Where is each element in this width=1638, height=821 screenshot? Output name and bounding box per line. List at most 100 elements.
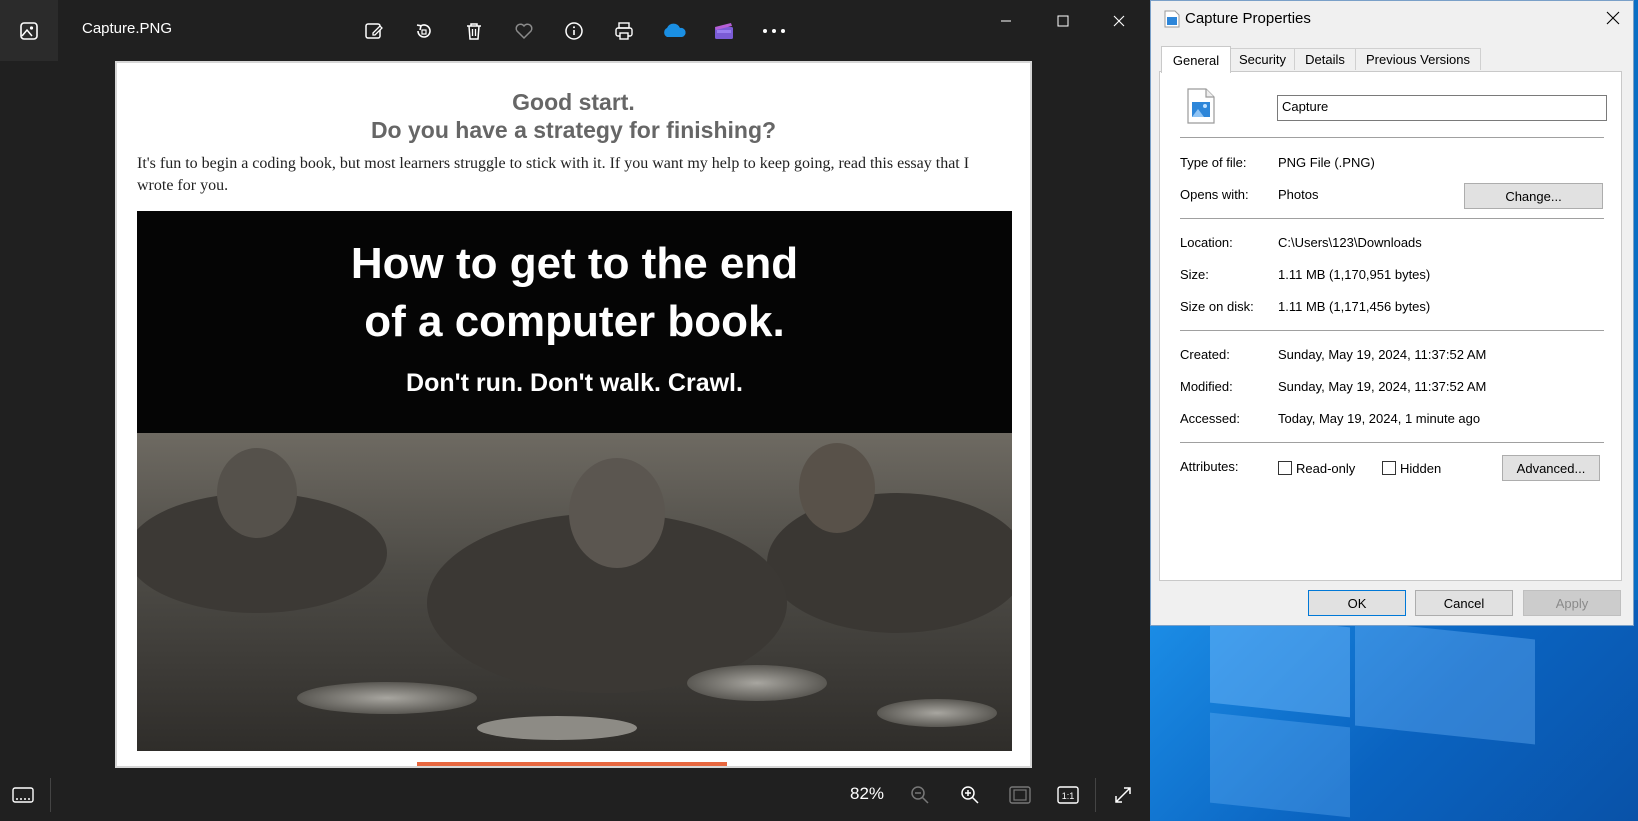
type-value: PNG File (.PNG) xyxy=(1278,155,1375,170)
tab-security[interactable]: Security xyxy=(1230,48,1295,70)
close-window-button[interactable] xyxy=(1096,8,1142,34)
size-label: Size: xyxy=(1180,267,1209,282)
size-on-disk-value: 1.11 MB (1,171,456 bytes) xyxy=(1278,299,1431,314)
opens-with-value: Photos xyxy=(1278,187,1319,202)
dialog-title: Capture Properties xyxy=(1185,10,1311,27)
file-name-field[interactable]: Capture xyxy=(1277,95,1607,121)
minimize-icon xyxy=(1001,20,1011,22)
delete-button[interactable] xyxy=(459,16,489,46)
edit-image-icon xyxy=(365,23,383,39)
fit-window-icon xyxy=(1009,786,1031,804)
wallpaper-pane xyxy=(1355,620,1535,745)
minimize-button[interactable] xyxy=(983,8,1029,34)
image-heading-1: Good start. xyxy=(512,89,635,115)
properties-dialog: Capture Properties General Security Deta… xyxy=(1150,0,1634,626)
actual-size-button[interactable]: 1:1 xyxy=(1053,780,1083,810)
filmstrip-icon xyxy=(12,787,34,803)
filmstrip-button[interactable] xyxy=(8,780,38,810)
divider xyxy=(1180,137,1604,138)
more-icon xyxy=(763,29,785,33)
size-on-disk-label: Size on disk: xyxy=(1180,299,1254,314)
wallpaper-pane xyxy=(1210,612,1350,718)
location-value: C:\Users\123\Downloads xyxy=(1278,235,1422,250)
delete-icon xyxy=(467,23,481,40)
attributes-label: Attributes: xyxy=(1180,459,1239,474)
edit-image-button[interactable] xyxy=(359,16,389,46)
wallpaper-pane xyxy=(1210,712,1350,818)
readonly-checkbox[interactable] xyxy=(1278,461,1292,475)
ok-button[interactable]: OK xyxy=(1308,590,1406,616)
mud-crawl-photo xyxy=(137,433,1012,751)
general-tab-panel xyxy=(1159,71,1622,581)
photos-icon xyxy=(20,21,38,40)
zoom-level: 82% xyxy=(850,784,885,803)
hidden-checkbox[interactable] xyxy=(1382,461,1396,475)
photos-app-window: Capture.PNG Good start. Do you have a st… xyxy=(0,0,1150,821)
created-value: Sunday, May 19, 2024, 11:37:52 AM xyxy=(1278,347,1487,362)
created-label: Created: xyxy=(1180,347,1230,362)
svg-text:1:1: 1:1 xyxy=(1062,791,1075,801)
video-editor-icon xyxy=(715,23,733,39)
tab-previous-versions[interactable]: Previous Versions xyxy=(1355,48,1481,70)
size-value: 1.11 MB (1,170,951 bytes) xyxy=(1278,267,1431,282)
favorite-button[interactable] xyxy=(509,16,539,46)
cancel-button[interactable]: Cancel xyxy=(1415,590,1513,616)
fullscreen-button[interactable] xyxy=(1108,780,1138,810)
maximize-icon xyxy=(1057,15,1069,27)
rotate-icon xyxy=(416,24,431,38)
divider xyxy=(1180,218,1604,219)
divider xyxy=(1180,442,1604,443)
location-label: Location: xyxy=(1180,235,1233,250)
apply-button[interactable]: Apply xyxy=(1523,590,1621,616)
print-icon xyxy=(615,22,633,40)
separator xyxy=(50,778,51,812)
image-heading-2: Do you have a strategy for finishing? xyxy=(370,117,777,143)
file-icon xyxy=(1164,10,1180,28)
close-icon xyxy=(1113,15,1125,27)
zoom-out-icon xyxy=(911,786,929,804)
tab-details[interactable]: Details xyxy=(1294,48,1356,70)
accessed-label: Accessed: xyxy=(1180,411,1240,426)
type-label: Type of file: xyxy=(1180,155,1247,170)
hidden-label[interactable]: Hidden xyxy=(1400,461,1441,476)
banner-line-1: How to get to the end xyxy=(350,239,799,288)
video-editor-button[interactable] xyxy=(709,16,739,46)
separator xyxy=(1095,778,1096,812)
maximize-button[interactable] xyxy=(1040,8,1086,34)
tab-general[interactable]: General xyxy=(1161,46,1231,73)
modified-value: Sunday, May 19, 2024, 11:37:52 AM xyxy=(1278,379,1487,394)
readonly-label[interactable]: Read-only xyxy=(1296,461,1355,476)
info-icon xyxy=(565,22,583,40)
opens-with-label: Opens with: xyxy=(1180,187,1249,202)
rotate-button[interactable] xyxy=(409,16,439,46)
divider xyxy=(1180,330,1604,331)
image-banner: How to get to the end of a computer book… xyxy=(137,211,1012,751)
close-icon xyxy=(1606,11,1620,25)
fullscreen-icon xyxy=(1115,787,1131,803)
dialog-close-button[interactable] xyxy=(1601,7,1625,29)
accessed-value: Today, May 19, 2024, 1 minute ago xyxy=(1278,411,1481,426)
actual-size-icon: 1:1 xyxy=(1057,786,1079,804)
png-file-icon xyxy=(1187,88,1215,124)
onedrive-icon xyxy=(664,23,686,37)
fit-to-window-button[interactable] xyxy=(1005,780,1035,810)
zoom-out-button[interactable] xyxy=(905,780,935,810)
desktop-wallpaper xyxy=(1150,600,1638,821)
change-button[interactable]: Change... xyxy=(1464,183,1603,209)
photos-bottom-bar: 82% 1:1 xyxy=(0,768,1150,821)
image-canvas[interactable]: Good start. Do you have a strategy for f… xyxy=(115,61,1032,768)
photos-title-bar: Capture.PNG xyxy=(0,0,1150,61)
modified-label: Modified: xyxy=(1180,379,1233,394)
zoom-in-button[interactable] xyxy=(955,780,985,810)
banner-line-2: of a computer book. xyxy=(364,297,785,346)
window-title: Capture.PNG xyxy=(82,20,173,37)
more-options-button[interactable] xyxy=(759,16,789,46)
photos-app-icon[interactable] xyxy=(0,0,58,61)
image-paragraph: It's fun to begin a coding book, but mos… xyxy=(137,155,970,194)
favorite-icon xyxy=(515,23,533,40)
info-button[interactable] xyxy=(559,16,589,46)
print-button[interactable] xyxy=(609,16,639,46)
advanced-button[interactable]: Advanced... xyxy=(1502,455,1600,481)
onedrive-button[interactable] xyxy=(659,16,689,46)
zoom-in-icon xyxy=(961,786,979,804)
